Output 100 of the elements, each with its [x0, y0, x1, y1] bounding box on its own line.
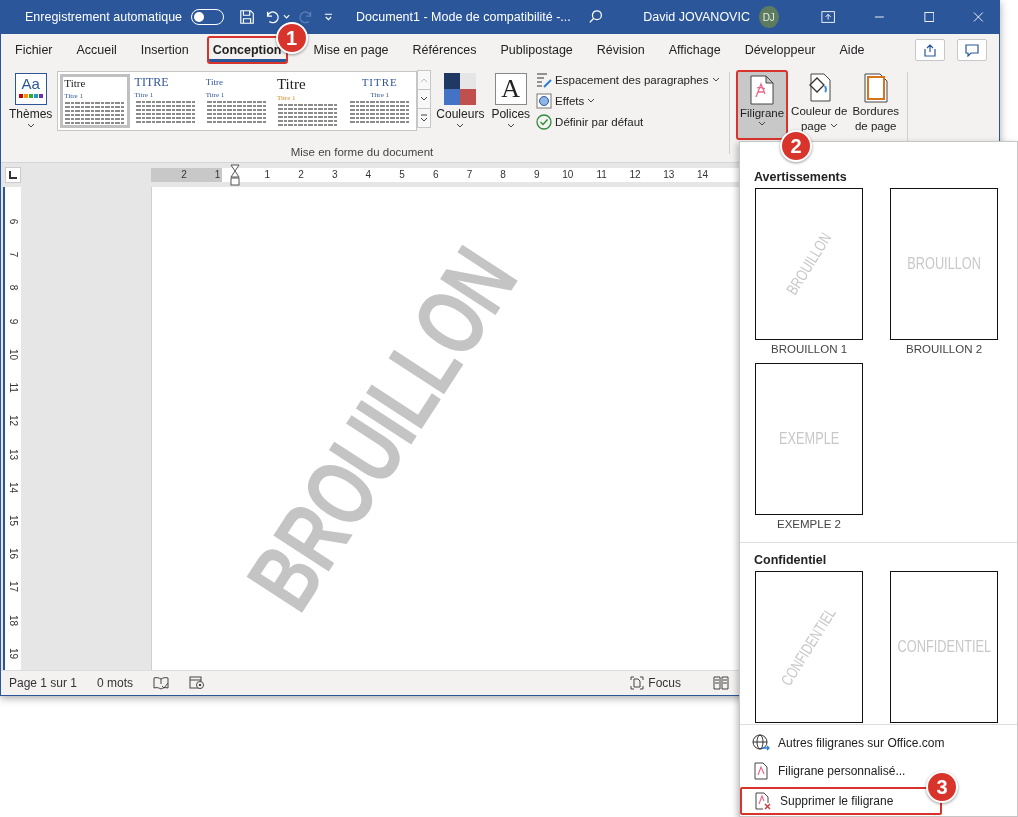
ruler-number: 11 — [595, 168, 608, 182]
save-icon[interactable] — [238, 8, 255, 26]
ruler-number: 14 — [695, 168, 709, 182]
option-button[interactable]: Espacement des paragraphes — [535, 71, 721, 89]
proofing-book-icon[interactable] — [153, 676, 170, 690]
chevron-up-icon — [420, 77, 429, 83]
ruler-number: 3 — [330, 168, 339, 182]
ribbon-tab[interactable]: Révision — [590, 36, 651, 64]
ruler-number: 9 — [533, 168, 541, 182]
tab-selector-icon[interactable] — [5, 167, 21, 183]
section-heading: Confidentiel — [753, 552, 828, 569]
ruler-number: 6 — [431, 168, 440, 182]
section-heading: Avertissements — [753, 169, 848, 186]
close-icon[interactable] — [973, 11, 984, 23]
text-lines-drawing — [205, 101, 268, 123]
caret-icon — [506, 123, 515, 129]
ruler-number: 8 — [6, 284, 20, 293]
remove-watermark-icon — [754, 792, 772, 810]
option-button[interactable]: Effets — [535, 92, 597, 110]
text-lines-drawing — [348, 101, 411, 123]
autosave-label: Enregistrement automatique — [25, 10, 183, 24]
ruler-number: 13 — [662, 168, 676, 182]
ruler-number: 7 — [465, 168, 474, 182]
ruler-number: 14 — [6, 480, 20, 495]
ruler-number: 12 — [628, 168, 642, 182]
globe-icon — [752, 734, 770, 752]
ribbon-tab[interactable]: Affichage — [662, 36, 727, 64]
user-name: David JOVANOVIC — [643, 10, 750, 24]
text-lines-drawing — [134, 101, 197, 123]
ruler-number: 13 — [6, 447, 20, 462]
ribbon-tab[interactable]: Insertion — [134, 36, 195, 64]
thumbnail-caption: EXEMPLE 2 — [777, 518, 841, 530]
ruler-number: 2 — [180, 168, 188, 182]
focus-icon — [630, 676, 645, 690]
ribbon-tab[interactable]: Mise en page — [307, 36, 395, 64]
ruler-number: 1 — [213, 168, 222, 182]
themes-button[interactable]: Aa Thèmes — [7, 71, 55, 131]
customize-icon[interactable] — [324, 12, 334, 22]
comment-icon — [965, 43, 979, 57]
menu-item[interactable]: Autres filigranes sur Office.com — [740, 729, 957, 757]
thumbnail-caption: BROUILLON 1 — [770, 343, 848, 355]
more-button[interactable] — [417, 108, 432, 128]
caret-icon — [26, 123, 35, 129]
ruler-number: 9 — [6, 317, 20, 327]
search-icon[interactable] — [588, 8, 605, 26]
document-title: Document1 - Mode de compatibilité -... — [356, 10, 572, 24]
effects-icon — [536, 93, 553, 109]
comments-button[interactable] — [957, 39, 987, 61]
ruler-number: 7 — [6, 251, 20, 260]
ribbon-tab[interactable]: Accueil — [70, 36, 123, 64]
fonts-button[interactable]: A Polices — [489, 71, 533, 131]
option-button[interactable]: Définir par défaut — [535, 113, 645, 131]
indent-marker-icon[interactable] — [230, 164, 241, 186]
watermark-page-icon — [752, 762, 770, 780]
ruler-number: 6 — [6, 217, 20, 227]
ribbon-button[interactable]: Bordures de page — [850, 70, 902, 136]
ribbon-display-icon[interactable] — [820, 10, 835, 24]
ruler-number: 19 — [6, 646, 20, 661]
word-count[interactable]: 0 mots — [97, 676, 134, 690]
ribbon-tab[interactable]: Fichier — [9, 36, 59, 64]
ribbon-tab[interactable]: Aide — [833, 36, 871, 64]
ribbon-tab[interactable]: Références — [406, 36, 483, 64]
ribbon-tab[interactable]: Publipostage — [494, 36, 579, 64]
ruler-number: 10 — [561, 168, 575, 182]
ruler-number: 18 — [6, 613, 20, 628]
share-icon — [923, 43, 937, 57]
color-scheme-icon — [444, 73, 477, 105]
menu-item[interactable]: Filigrane personnalisé... — [740, 757, 918, 785]
ribbon-button[interactable]: Filigrane — [736, 70, 789, 140]
ruler-number: 11 — [6, 381, 20, 395]
watermark-icon — [750, 75, 775, 105]
user-avatar[interactable]: DJ — [758, 6, 779, 28]
ruler-number: 1 — [263, 168, 272, 182]
macro-icon[interactable] — [189, 676, 206, 690]
page-border-icon — [863, 73, 888, 103]
focus-button[interactable]: Focus — [630, 676, 681, 690]
text-lines-drawing — [276, 104, 339, 126]
step-badge: 3 — [926, 771, 958, 803]
page-count[interactable]: Page 1 sur 1 — [9, 676, 78, 690]
ribbon-tab[interactable]: Développeur — [738, 36, 822, 64]
colors-button[interactable]: Couleurs — [434, 71, 487, 131]
share-button[interactable] — [915, 39, 945, 61]
ruler-number: 8 — [499, 168, 507, 182]
chevron-down-icon — [420, 96, 429, 102]
ruler-number: 4 — [364, 168, 373, 182]
ribbon-tab[interactable]: Conception — [206, 36, 288, 64]
maximize-icon[interactable] — [923, 11, 935, 23]
ruler-number: 10 — [6, 347, 20, 363]
paragraph-spacing-icon — [536, 72, 553, 88]
expand-icon — [420, 114, 429, 122]
caret-icon[interactable] — [282, 14, 291, 20]
checkmark-icon — [536, 114, 553, 130]
group-label: Mise en forme du document — [289, 146, 435, 160]
text-lines-drawing — [64, 102, 127, 124]
ruler-number: 16 — [6, 547, 20, 562]
ruler-number: 17 — [6, 580, 20, 595]
thumbnail-caption: BROUILLON 2 — [905, 343, 983, 355]
paint-bucket-icon — [807, 73, 832, 103]
ruler-number: 2 — [297, 168, 305, 182]
read-mode-icon[interactable] — [713, 676, 729, 690]
